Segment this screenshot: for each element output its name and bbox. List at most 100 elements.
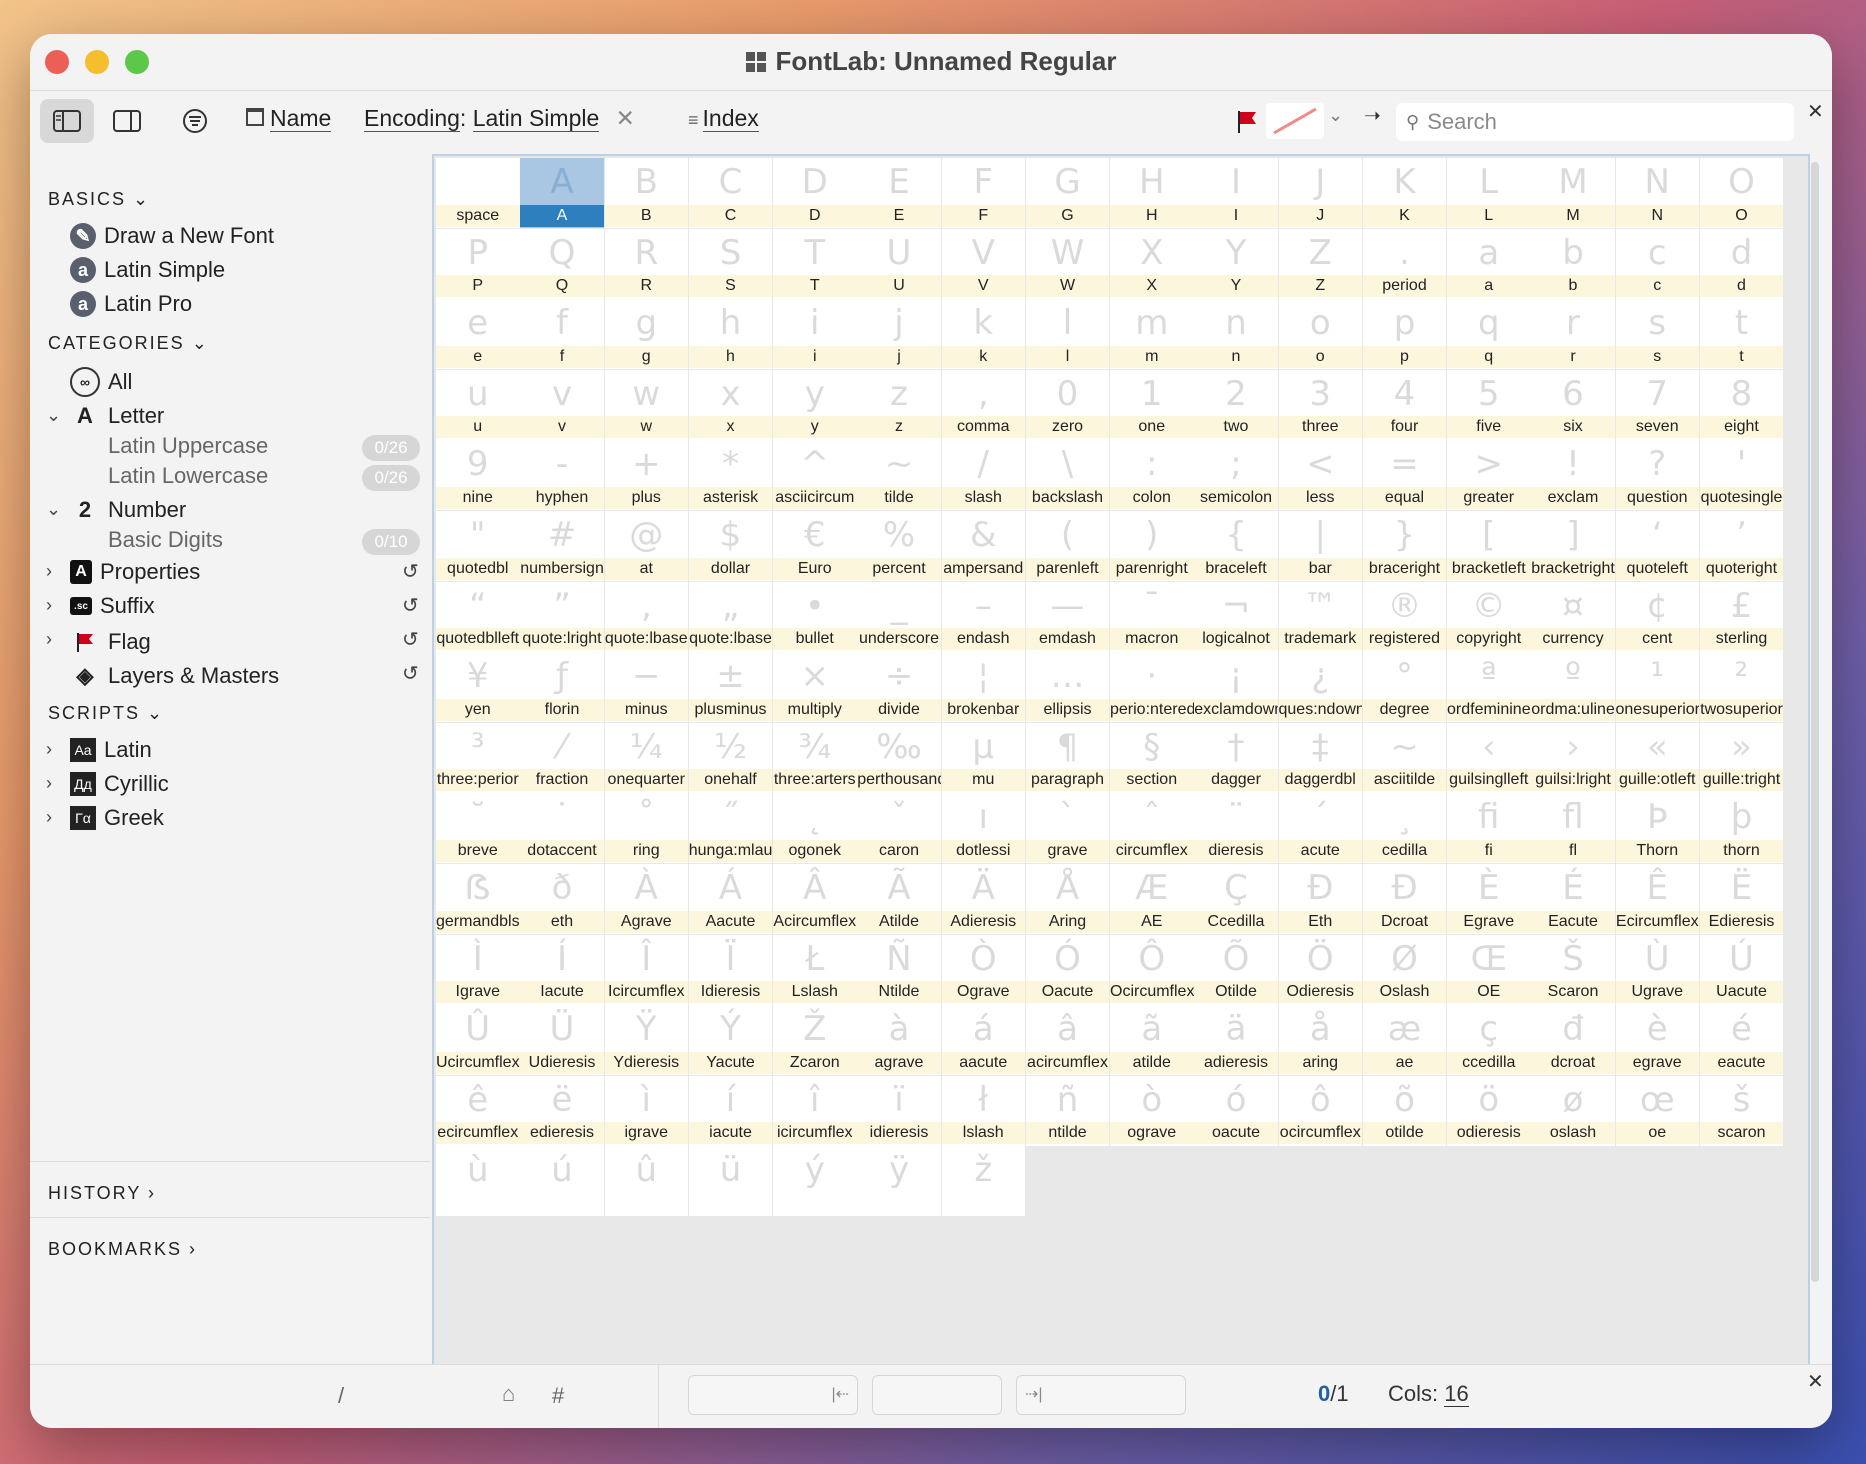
glyph-cell[interactable]: ª ordfeminine <box>1447 652 1531 723</box>
glyph-cell[interactable]: MM <box>1531 158 1615 228</box>
glyph-cell[interactable]: ê ecircumflex <box>436 1075 520 1146</box>
glyph-cell[interactable]: º ordma:uline <box>1531 652 1615 723</box>
glyph-cell[interactable]: \ backslash <box>1025 440 1110 511</box>
close-panel-icon[interactable]: ✕ <box>1807 1369 1824 1394</box>
glyph-cell[interactable]: oo <box>1278 299 1362 370</box>
glyph-cell[interactable]: _ underscore <box>857 581 941 652</box>
glyph-cell[interactable]: Ä Adieresis <box>941 864 1025 934</box>
glyph-cell[interactable]: zz <box>857 369 941 440</box>
glyph-cell[interactable]: ½ onehalf <box>688 722 773 793</box>
glyph-cell[interactable]: † dagger <box>1194 722 1278 793</box>
glyph-cell[interactable]: £ sterling <box>1699 581 1784 652</box>
columns-control[interactable]: Cols: 16 <box>1388 1381 1469 1407</box>
glyph-cell[interactable]: - hyphen <box>520 440 604 511</box>
glyph-cell[interactable]: ý <box>773 1146 857 1217</box>
scripts-section-header[interactable]: SCRIPTS ⌄ <box>48 703 164 724</box>
search-field[interactable]: ⚲ Search <box>1396 103 1794 141</box>
glyph-cell[interactable]: ZZ <box>1278 228 1362 299</box>
glyph-cell[interactable]: GG <box>1025 158 1110 228</box>
glyph-cell[interactable]: [bracketleft <box>1447 511 1531 581</box>
close-panel-icon[interactable]: ✕ <box>1807 99 1824 124</box>
glyph-cell[interactable]: EE <box>857 158 941 228</box>
sidebar-item-latin-pro[interactable]: a Latin Pro <box>70 291 192 317</box>
glyph-cell[interactable]: ô ocircumflex <box>1278 1075 1362 1146</box>
glyph-cell[interactable]: Æ AE <box>1110 864 1194 934</box>
cols-value[interactable]: 16 <box>1444 1381 1469 1407</box>
chevron-right-icon[interactable]: › <box>46 595 52 616</box>
clear-encoding-icon[interactable]: ✕ <box>616 105 635 131</box>
glyph-cell[interactable]: jj <box>857 299 941 370</box>
advance-width-field[interactable] <box>872 1375 1002 1415</box>
glyph-cell[interactable]: Ì Igrave <box>436 934 520 1005</box>
sidebar-item-letter[interactable]: A Letter <box>70 401 164 431</box>
glyph-cell[interactable]: ˚ ring <box>604 793 688 864</box>
glyph-cell[interactable]: ± plusminus <box>688 652 773 723</box>
tag-icon[interactable]: ⌂ <box>502 1381 515 1407</box>
glyph-cell[interactable]: î icircumflex <box>773 1075 857 1146</box>
glyph-cell[interactable]: » guille:tright <box>1699 722 1784 793</box>
glyph-cell[interactable]: ‰ perthousand <box>857 722 941 793</box>
glyph-cell[interactable]: ÷ divide <box>857 652 941 723</box>
glyph-cell[interactable]: ¯ macron <box>1110 581 1194 652</box>
glyph-cell[interactable]: XX <box>1110 228 1194 299</box>
glyph-cell[interactable]: mm <box>1110 299 1194 370</box>
glyph-cell[interactable]: 4 four <box>1362 369 1447 440</box>
glyph-cell[interactable]: TT <box>773 228 857 299</box>
glyph-cell[interactable]: Í Iacute <box>520 934 604 1005</box>
glyph-cell[interactable]: JJ <box>1278 158 1362 228</box>
glyph-cell[interactable]: OO <box>1699 158 1784 228</box>
glyph-cell[interactable]: · perio:ntered <box>1110 652 1194 723</box>
glyph-cell[interactable]: õ otilde <box>1362 1075 1447 1146</box>
glyph-cell[interactable]: ø oslash <box>1531 1075 1615 1146</box>
glyph-cell[interactable]: AA <box>520 158 604 228</box>
glyph-cell[interactable]: SS <box>688 228 773 299</box>
glyph-cell[interactable]: 8 eight <box>1699 369 1784 440</box>
glyph-cell[interactable]: – endash <box>941 581 1025 652</box>
glyph-cell[interactable]: rr <box>1531 299 1615 370</box>
glyph-cell[interactable]: vv <box>520 369 604 440</box>
glyph-cell[interactable]: ~ asciitilde <box>1362 722 1447 793</box>
sidebar-item-properties[interactable]: A Properties <box>70 559 200 585</box>
properties-panel-button[interactable] <box>100 99 154 143</box>
glyph-cell[interactable]: ù <box>436 1146 520 1217</box>
glyph-cell[interactable]: É Eacute <box>1531 864 1615 934</box>
glyph-cell[interactable]: ¦ brokenbar <box>941 652 1025 723</box>
sidebar-item-layers-masters[interactable]: ◈ Layers & Masters <box>70 661 280 691</box>
glyph-cell[interactable]: ˇ caron <box>857 793 941 864</box>
glyph-cell[interactable]: ﬁ fi <box>1447 793 1531 864</box>
glyph-cell[interactable]: Ã Atilde <box>857 864 941 934</box>
glyph-cell[interactable]: ll <box>1025 299 1110 370</box>
glyph-cell[interactable]: Š Scaron <box>1531 934 1615 1005</box>
glyph-cell[interactable]: nn <box>1194 299 1278 370</box>
glyph-cell[interactable]: ff <box>520 299 604 370</box>
glyph-cell[interactable]: ˝ hunga:mlaut <box>688 793 773 864</box>
glyph-cell[interactable]: ¸ cedilla <box>1362 793 1447 864</box>
glyph-cell[interactable]: Ð Eth <box>1278 864 1362 934</box>
glyph-cell[interactable]: Ü Udieresis <box>520 1005 604 1076</box>
glyph-cell[interactable]: Õ Otilde <box>1194 934 1278 1005</box>
glyph-cell[interactable]: ÿ <box>857 1146 941 1217</box>
glyph-cell[interactable]: Â Acircumflex <box>773 864 857 934</box>
glyph-cell[interactable]: • bullet <box>773 581 857 652</box>
glyph-cell[interactable]: ee <box>436 299 520 370</box>
glyph-cell[interactable]: ' quotesingle <box>1699 440 1784 511</box>
hash-text[interactable]: # <box>552 1383 564 1409</box>
glyph-cell[interactable]: Ý Yacute <box>688 1005 773 1076</box>
glyph-cell[interactable]: á aacute <box>941 1005 1025 1076</box>
glyph-cell[interactable]: Á Aacute <box>688 864 773 934</box>
glyph-cell[interactable]: (parenleft <box>1025 511 1110 581</box>
glyph-cell[interactable]: QQ <box>520 228 604 299</box>
glyph-cell[interactable]: ì igrave <box>604 1075 688 1146</box>
glyph-cell[interactable]: à agrave <box>857 1005 941 1076</box>
glyph-cell[interactable]: tt <box>1699 299 1784 370</box>
glyph-cell[interactable]: hh <box>688 299 773 370</box>
glyph-cell[interactable]: ˆ circumflex <box>1110 793 1194 864</box>
glyph-cell[interactable]: bb <box>1531 228 1615 299</box>
glyph-cell[interactable]: . period <box>1362 228 1447 299</box>
glyph-cell[interactable]: … ellipsis <box>1025 652 1110 723</box>
glyph-cell[interactable]: æ ae <box>1362 1005 1447 1076</box>
reset-icon[interactable]: ↺ <box>402 593 419 618</box>
glyph-cell[interactable]: cc <box>1615 228 1699 299</box>
glyph-cell[interactable]: < less <box>1278 440 1362 511</box>
glyph-cell[interactable]: “quotedblleft <box>436 581 520 652</box>
